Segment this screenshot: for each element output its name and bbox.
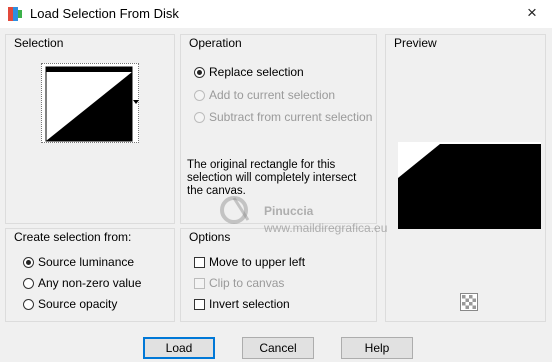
checkbox-invert-selection[interactable]: Invert selection — [194, 295, 290, 313]
help-button[interactable]: Help — [341, 337, 413, 359]
radio-label: Add to current selection — [209, 88, 336, 102]
radio-label: Any non-zero value — [38, 276, 142, 290]
window-title: Load Selection From Disk — [30, 6, 179, 21]
picker-arrow-icon[interactable] — [133, 100, 139, 104]
radio-label: Source opacity — [38, 297, 118, 311]
info-line: The original rectangle for this — [187, 159, 336, 171]
watermark-logo — [220, 196, 250, 224]
operation-panel-title: Operation — [189, 36, 242, 50]
radio-icon — [23, 277, 34, 289]
radio-subtract-from-selection: Subtract from current selection — [194, 108, 372, 126]
load-button[interactable]: Load — [143, 337, 215, 359]
create-from-panel-title: Create selection from: — [14, 230, 132, 244]
selection-picker[interactable] — [41, 63, 139, 143]
watermark-url: www.maildiregrafica.eu — [264, 221, 388, 235]
radio-icon — [23, 298, 34, 310]
checkbox-label: Clip to canvas — [209, 276, 285, 290]
checkbox-label: Invert selection — [209, 297, 290, 311]
checkbox-clip-to-canvas: Clip to canvas — [194, 274, 284, 292]
radio-add-to-selection: Add to current selection — [194, 86, 335, 104]
close-button[interactable]: × — [512, 0, 552, 28]
checkbox-icon — [194, 256, 205, 268]
radio-source-luminance[interactable]: Source luminance — [23, 253, 134, 271]
radio-any-non-zero[interactable]: Any non-zero value — [23, 274, 141, 292]
radio-icon — [194, 111, 205, 123]
operation-info-text: The original rectangle for this selectio… — [187, 159, 356, 198]
selection-thumbnail — [45, 66, 133, 142]
radio-icon — [194, 89, 205, 101]
preview-panel-title: Preview — [394, 36, 437, 50]
radio-icon — [194, 66, 205, 78]
transparency-icon[interactable] — [460, 293, 478, 311]
radio-label: Source luminance — [38, 255, 135, 269]
app-icon — [8, 7, 22, 21]
watermark-name: Pinuccia — [264, 204, 314, 218]
checkbox-icon — [194, 277, 205, 289]
info-line: the canvas. — [187, 185, 246, 197]
selection-panel-title: Selection — [14, 36, 64, 50]
checkbox-move-to-upper-left[interactable]: Move to upper left — [194, 253, 305, 271]
checkbox-label: Move to upper left — [209, 255, 306, 269]
radio-label: Replace selection — [209, 65, 304, 79]
radio-replace-selection[interactable]: Replace selection — [194, 63, 304, 81]
checkbox-icon — [194, 298, 205, 310]
options-panel-title: Options — [189, 230, 231, 244]
info-line: selection will completely intersect — [187, 172, 357, 184]
preview-image — [398, 142, 541, 229]
cancel-button[interactable]: Cancel — [242, 337, 314, 359]
radio-source-opacity[interactable]: Source opacity — [23, 295, 117, 313]
radio-label: Subtract from current selection — [209, 110, 373, 124]
radio-icon — [23, 256, 34, 268]
